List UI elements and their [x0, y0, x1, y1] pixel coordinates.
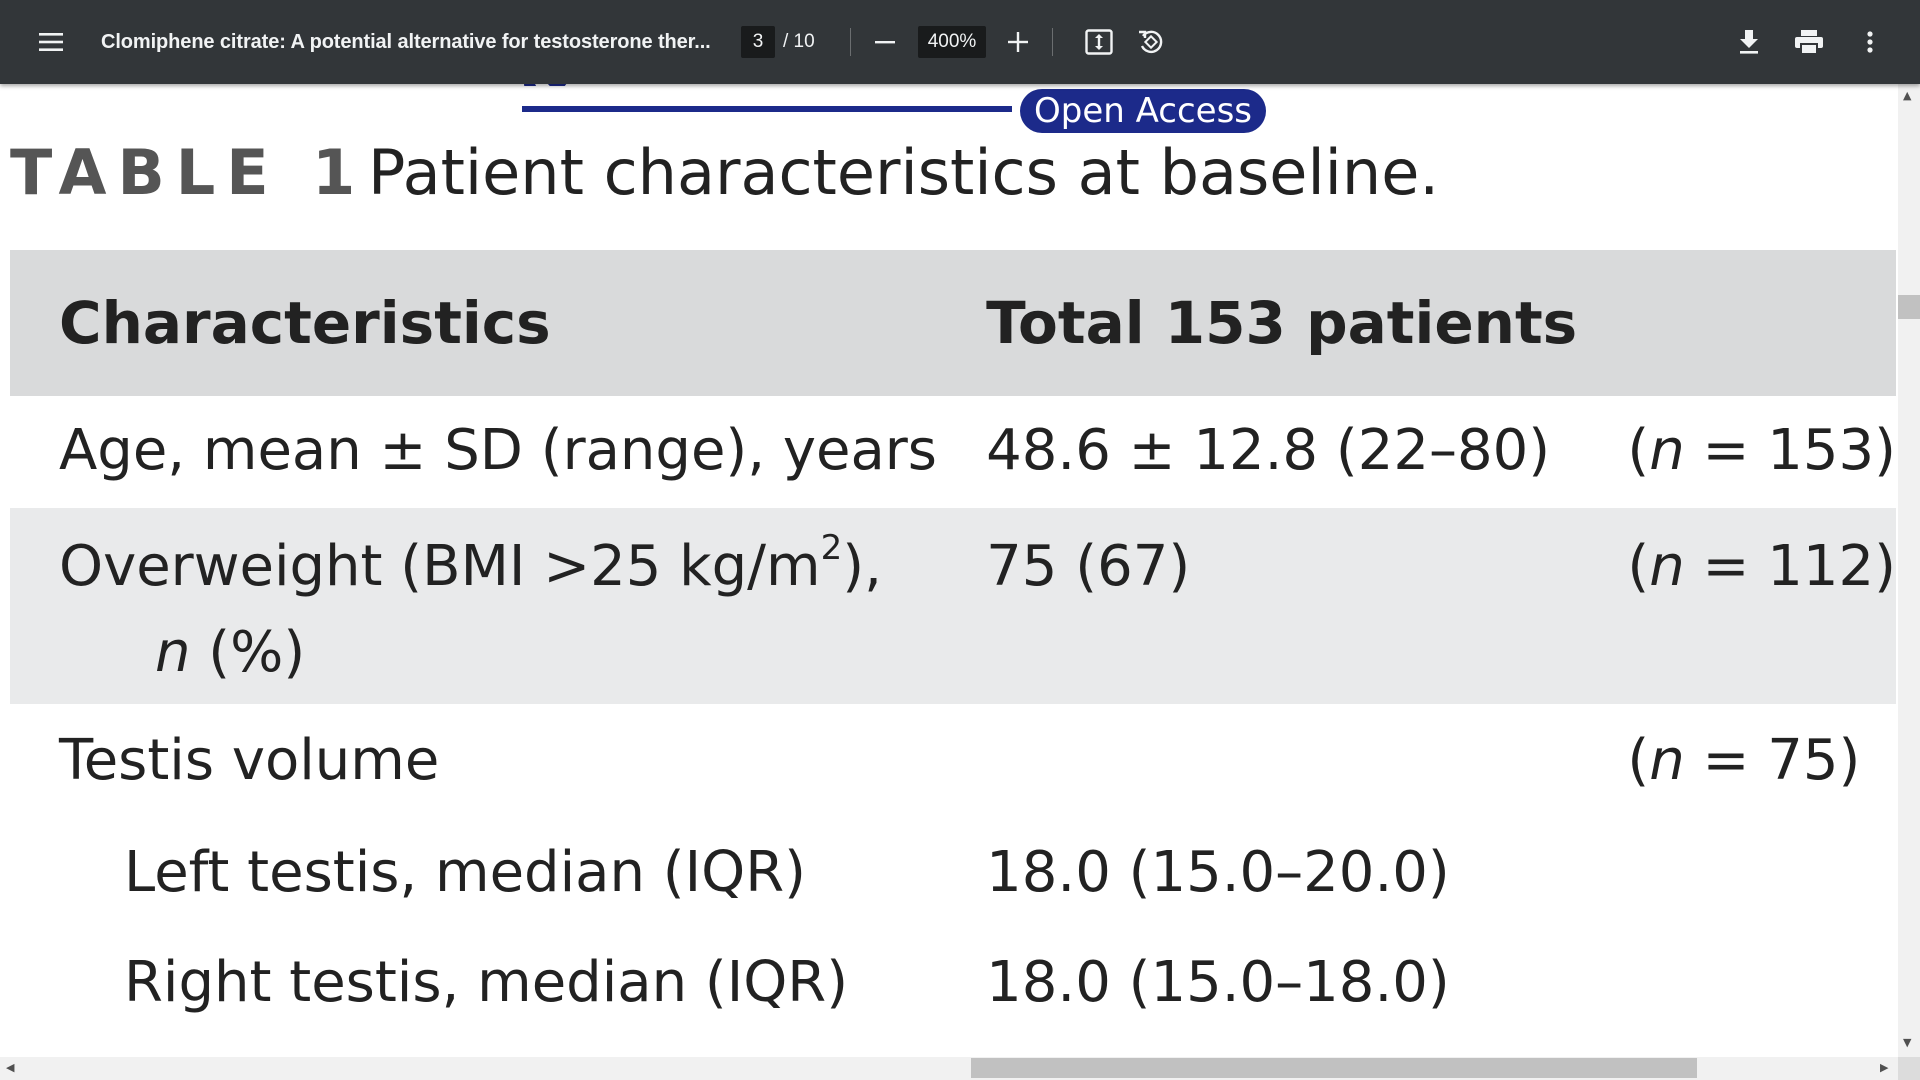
row-n: (n = 153) [1627, 418, 1896, 483]
zoom-out-button[interactable] [870, 0, 900, 84]
row-value: 75 (67) [986, 534, 1191, 599]
row-label: Left testis, median (IQR) [124, 840, 806, 905]
download-icon[interactable] [1732, 0, 1766, 84]
table-header-row: Characteristics Total 153 patients [10, 250, 1896, 396]
document-viewport[interactable]: & Metabolism Open Access TABLE 1 Patient… [0, 84, 1898, 1057]
table-row: Left testis, median (IQR) 18.0 (15.0–20.… [10, 816, 1896, 928]
toolbar-divider [1052, 28, 1053, 56]
row-value [986, 704, 1627, 816]
page-total: / 10 [783, 31, 815, 52]
rotate-counterclockwise-icon[interactable] [1134, 0, 1168, 84]
row-label: Right testis, median (IQR) [124, 950, 849, 1015]
page-number-input[interactable] [741, 26, 775, 58]
table-row: Testis volume (n = 75) [10, 704, 1896, 816]
vertical-scrollbar[interactable] [1898, 84, 1920, 1057]
toolbar-divider [850, 28, 851, 56]
plus-icon [1008, 32, 1028, 52]
row-label: Testis volume [59, 728, 440, 793]
table-row: Overweight (BMI >25 kg/m2), n (%) 75 (67… [10, 508, 1896, 704]
open-access-badge: Open Access [1020, 89, 1267, 133]
document-title: Clomiphene citrate: A potential alternat… [101, 30, 711, 53]
table-caption: Patient characteristics at baseline. [368, 136, 1440, 209]
scroll-left-arrow-icon[interactable]: ◀ [6, 1062, 14, 1073]
more-vertical-icon[interactable] [1858, 0, 1882, 84]
journal-name-clipped: & Metabolism [520, 84, 940, 86]
row-label: Overweight (BMI >25 kg/m2), n (%) [59, 528, 882, 685]
column-header-n [1627, 250, 1896, 396]
row-n: (n = 112) [1627, 534, 1896, 599]
scrollbar-corner [1898, 1057, 1920, 1080]
table-row: Age, mean ± SD (range), years 48.6 ± 12.… [10, 396, 1896, 508]
column-header-total: Total 153 patients [986, 289, 1578, 357]
row-n: (n = 75) [1627, 728, 1861, 793]
scroll-right-arrow-icon[interactable]: ▶ [1880, 1062, 1888, 1073]
minus-icon [875, 41, 895, 44]
patient-characteristics-table: Characteristics Total 153 patients Age, … [10, 250, 1896, 1040]
vertical-scroll-thumb[interactable] [1898, 295, 1920, 319]
column-header-characteristics: Characteristics [59, 289, 551, 357]
fit-to-page-icon[interactable] [1082, 0, 1116, 84]
horizontal-scroll-thumb[interactable] [971, 1058, 1697, 1078]
row-value: 48.6 ± 12.8 (22–80) [986, 418, 1551, 483]
row-value: 18.0 (15.0–18.0) [986, 950, 1450, 1015]
row-n [1627, 928, 1896, 1040]
zoom-input[interactable] [918, 26, 986, 58]
row-label: Age, mean ± SD (range), years [59, 418, 937, 483]
row-n [1627, 816, 1896, 928]
table-label: TABLE 1 [10, 136, 367, 209]
row-value: 18.0 (15.0–20.0) [986, 840, 1450, 905]
scroll-down-arrow-icon[interactable]: ▼ [1903, 1037, 1911, 1048]
pdf-toolbar: Clomiphene citrate: A potential alternat… [0, 0, 1920, 84]
zoom-in-button[interactable] [1003, 0, 1033, 84]
table-row: Right testis, median (IQR) 18.0 (15.0–18… [10, 928, 1896, 1040]
hamburger-menu-icon[interactable] [30, 0, 72, 84]
journal-underline [522, 106, 1012, 112]
scroll-up-arrow-icon[interactable]: ▲ [1903, 90, 1911, 101]
print-icon[interactable] [1791, 0, 1827, 84]
